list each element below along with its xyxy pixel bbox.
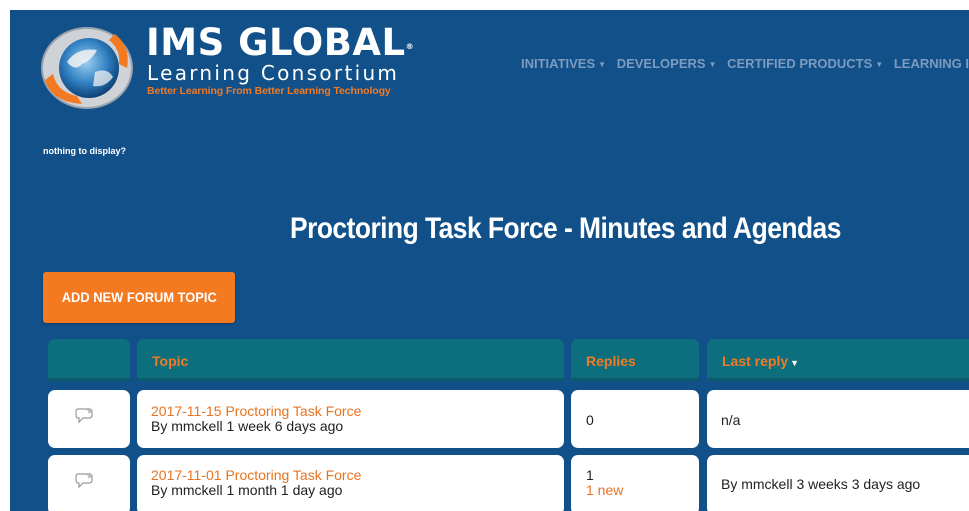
notice-text: nothing to display? bbox=[43, 146, 126, 156]
table-row-topic-cell: 2017-11-15 Proctoring Task Force By mmck… bbox=[137, 390, 564, 448]
topic-link[interactable]: 2017-11-01 Proctoring Task Force bbox=[151, 468, 564, 483]
caret-down-icon: ▼ bbox=[875, 60, 884, 69]
topic-author: By mmckell 1 week 6 days ago bbox=[151, 418, 344, 434]
forum-topic-icon bbox=[75, 407, 94, 424]
brand-subtitle: Learning Consortium bbox=[147, 61, 400, 85]
page-title: Proctoring Task Force - Minutes and Agen… bbox=[290, 212, 841, 245]
row-icon-cell bbox=[48, 390, 130, 448]
brand-tagline: Better Learning From Better Learning Tec… bbox=[147, 85, 391, 97]
table-row-replies-cell: 0 bbox=[571, 390, 699, 448]
forum-topic-icon bbox=[75, 472, 94, 489]
sort-caret-icon: ▼ bbox=[790, 358, 800, 368]
table-row-topic-cell: 2017-11-01 Proctoring Task Force By mmck… bbox=[137, 455, 564, 511]
brand-name: IMS GLOBAL® bbox=[146, 21, 415, 64]
brand[interactable]: IMS GLOBAL® Learning Consortium Better L… bbox=[146, 24, 414, 98]
header-topic[interactable]: Topic bbox=[137, 339, 564, 381]
nav-item-developers[interactable]: DEVELOPERS ▼ bbox=[617, 56, 717, 71]
page: IMS GLOBAL® Learning Consortium Better L… bbox=[0, 0, 969, 511]
new-replies-link[interactable]: 1 new bbox=[586, 482, 623, 498]
table-row-last-reply-cell: By mmckell 3 weeks 3 days ago bbox=[707, 455, 969, 511]
topic-link[interactable]: 2017-11-15 Proctoring Task Force bbox=[151, 404, 564, 419]
header-icon-column bbox=[48, 339, 130, 381]
nav-item-learning[interactable]: LEARNING I bbox=[894, 56, 969, 71]
header-replies[interactable]: Replies bbox=[571, 339, 699, 381]
globe-logo-icon[interactable] bbox=[37, 22, 137, 110]
caret-down-icon: ▼ bbox=[598, 60, 607, 69]
reply-count: 0 bbox=[586, 412, 594, 428]
topic-author: By mmckell 1 month 1 day ago bbox=[151, 482, 343, 498]
add-new-forum-topic-button[interactable]: ADD NEW FORUM TOPIC bbox=[43, 272, 235, 323]
table-row-last-reply-cell: n/a bbox=[707, 390, 969, 448]
last-reply-text: n/a bbox=[721, 412, 741, 428]
registered-mark: ® bbox=[405, 42, 415, 51]
row-icon-cell bbox=[48, 455, 130, 511]
main-nav: INITIATIVES ▼ DEVELOPERS ▼ CERTIFIED PRODU… bbox=[521, 56, 969, 71]
header-last-reply[interactable]: Last reply ▼ bbox=[707, 339, 969, 381]
caret-down-icon: ▼ bbox=[708, 60, 717, 69]
nav-item-initiatives[interactable]: INITIATIVES ▼ bbox=[521, 56, 606, 71]
table-row-replies-cell: 1 1 new bbox=[571, 455, 699, 511]
last-reply-text[interactable]: By mmckell 3 weeks 3 days ago bbox=[721, 476, 920, 492]
nav-item-certified-products[interactable]: CERTIFIED PRODUCTS ▼ bbox=[727, 56, 883, 71]
reply-count: 1 bbox=[586, 467, 594, 483]
